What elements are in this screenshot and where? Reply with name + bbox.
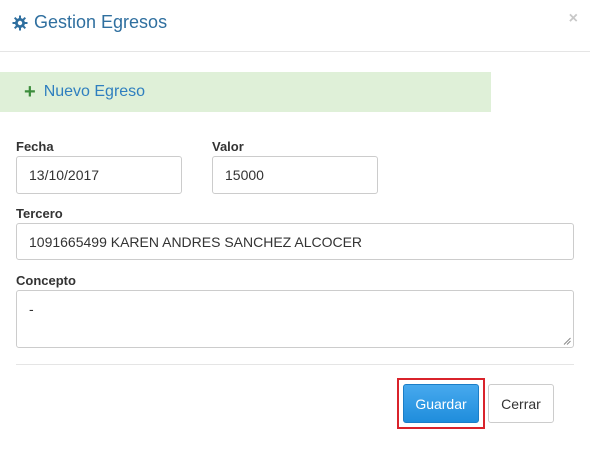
tercero-value: 1091665499 KAREN ANDRES SANCHEZ ALCOCER — [29, 233, 363, 250]
section-header: + Nuevo Egreso — [0, 72, 491, 112]
fecha-value: 13/10/2017 — [29, 167, 100, 183]
gear-icon — [12, 15, 28, 30]
fecha-field[interactable]: 13/10/2017 — [16, 156, 182, 194]
section-title: Nuevo Egreso — [43, 83, 146, 100]
valor-value: 15000 — [225, 167, 264, 183]
fecha-label: Fecha — [16, 139, 54, 154]
modal-title-text: Gestion Egresos — [34, 12, 168, 32]
tercero-field[interactable]: 1091665499 KAREN ANDRES SANCHEZ ALCOCER — [16, 223, 574, 260]
plus-icon: + — [24, 81, 36, 103]
modal-dialog: Gestion Egresos × + Nuevo Egreso Fecha 1… — [0, 0, 590, 471]
modal-title: Gestion Egresos — [12, 12, 167, 33]
valor-field[interactable]: 15000 — [212, 156, 378, 194]
tercero-label: Tercero — [16, 206, 63, 221]
valor-label: Valor — [212, 139, 244, 154]
concepto-value: - — [29, 301, 34, 317]
footer-divider — [16, 364, 574, 365]
close-icon[interactable]: × — [569, 11, 578, 27]
close-button[interactable]: Cerrar — [488, 384, 554, 423]
resize-grip-icon[interactable] — [563, 337, 571, 345]
save-button[interactable]: Guardar — [403, 384, 479, 423]
concepto-label: Concepto — [16, 273, 76, 288]
modal-header: Gestion Egresos × — [0, 0, 590, 52]
concepto-textarea[interactable]: - — [16, 290, 574, 348]
